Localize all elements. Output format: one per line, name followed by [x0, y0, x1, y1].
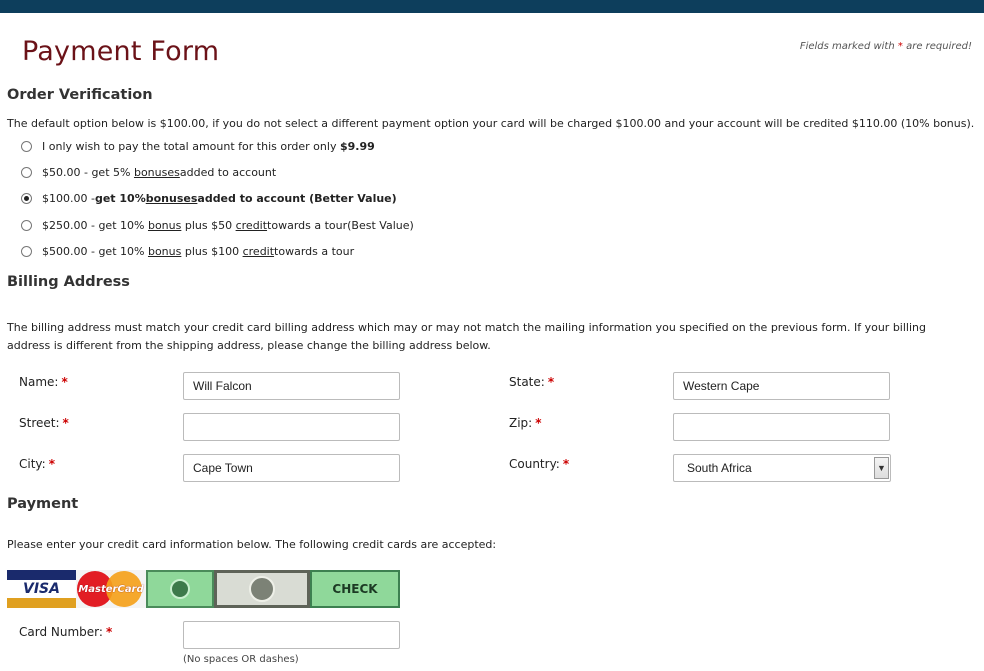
- card-number-hint: (No spaces OR dashes): [183, 654, 299, 665]
- street-label: Street: *: [19, 416, 69, 430]
- payment-option-50[interactable]: $50.00 - get 5% bonuses added to account: [21, 164, 276, 180]
- top-bar: [0, 0, 984, 13]
- cash-bill-icon: [214, 570, 310, 608]
- order-verification-heading: Order Verification: [7, 87, 153, 103]
- city-input[interactable]: [183, 454, 400, 482]
- visa-logo-icon: VISA: [7, 570, 76, 608]
- radio-button[interactable]: [21, 245, 32, 257]
- order-intro-text: The default option below is $100.00, if …: [7, 117, 975, 130]
- zip-input[interactable]: [673, 413, 890, 441]
- name-label: Name: *: [19, 375, 68, 389]
- bonuses-link[interactable]: bonuses: [134, 166, 180, 179]
- card-number-label: Card Number: *: [19, 625, 113, 639]
- country-label: Country: *: [509, 457, 570, 471]
- chevron-down-icon[interactable]: ▼: [874, 457, 889, 479]
- payment-option-100[interactable]: $100.00 - get 10% bonuses added to accou…: [21, 190, 397, 206]
- credit-link[interactable]: credit: [236, 219, 267, 232]
- bonus-link[interactable]: bonus: [148, 245, 181, 258]
- city-label: City: *: [19, 457, 55, 471]
- country-select[interactable]: South Africa ▼: [673, 454, 891, 482]
- radio-button[interactable]: [21, 140, 32, 152]
- radio-button[interactable]: [21, 166, 32, 178]
- bonus-link[interactable]: bonus: [148, 219, 181, 232]
- billing-address-heading: Billing Address: [7, 274, 130, 290]
- payment-option-500[interactable]: $500.00 - get 10% bonus plus $100 credit…: [21, 243, 354, 259]
- radio-button-selected[interactable]: [21, 192, 32, 204]
- check-logo-icon: CHECK: [310, 570, 400, 608]
- mastercard-logo-icon: MasterCard: [76, 570, 146, 608]
- payment-intro-text: Please enter your credit card informatio…: [7, 538, 497, 551]
- page-title: Payment Form: [22, 36, 220, 67]
- name-input[interactable]: [183, 372, 400, 400]
- money-order-icon: [146, 570, 214, 608]
- accepted-cards-banner: VISA MasterCard CHECK: [7, 570, 400, 608]
- payment-option-9-99[interactable]: I only wish to pay the total amount for …: [21, 138, 375, 154]
- street-input[interactable]: [183, 413, 400, 441]
- state-label: State: *: [509, 375, 555, 389]
- credit-link[interactable]: credit: [243, 245, 274, 258]
- billing-intro-text: The billing address must match your cred…: [7, 321, 926, 352]
- bonuses-link[interactable]: bonuses: [146, 192, 198, 205]
- state-input[interactable]: [673, 372, 890, 400]
- required-fields-note: Fields marked with * are required!: [799, 41, 972, 52]
- required-star: *: [897, 41, 903, 52]
- payment-heading: Payment: [7, 496, 79, 512]
- zip-label: Zip: *: [509, 416, 542, 430]
- radio-button[interactable]: [21, 219, 32, 231]
- country-selected-value: South Africa: [687, 461, 752, 475]
- card-number-input[interactable]: [183, 621, 400, 649]
- payment-option-250[interactable]: $250.00 - get 10% bonus plus $50 credit …: [21, 217, 414, 233]
